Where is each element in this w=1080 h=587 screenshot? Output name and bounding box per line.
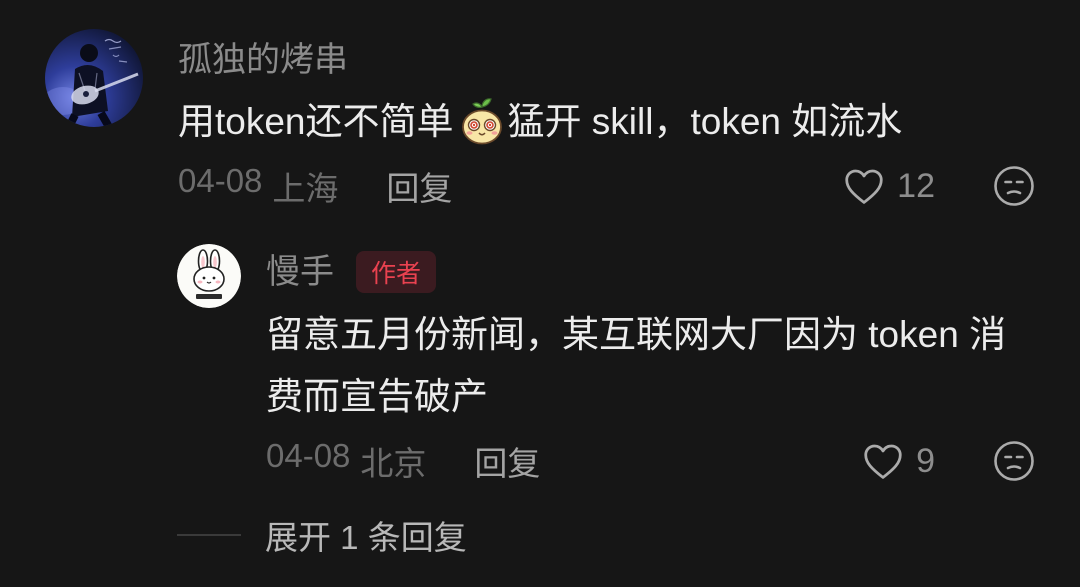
reply-location: 北京 <box>360 445 427 482</box>
expand-replies-label: 展开 1 条回复 <box>265 519 467 556</box>
reply-dislike-button[interactable] <box>993 440 1035 482</box>
heart-outline-icon <box>864 444 902 479</box>
expand-divider <box>177 534 241 536</box>
like-button[interactable]: 12 <box>843 165 935 207</box>
reply-like-count: 9 <box>916 441 935 480</box>
comment-username[interactable]: 孤独的烤串 <box>178 40 348 80</box>
comment-text: 用token还不简单 猛开 skill，token 如流水 <box>178 91 1058 153</box>
cute-face-emoji-icon <box>460 97 504 145</box>
comment-date: 04-08 <box>178 162 263 199</box>
dislike-button[interactable] <box>993 165 1035 207</box>
reply-to-reply-button[interactable]: 回复 <box>474 437 540 485</box>
reply-username[interactable]: 慢手 <box>266 252 334 292</box>
user-avatar-icon <box>45 29 143 127</box>
comment-location: 上海 <box>272 170 339 207</box>
reply-like-button[interactable]: 9 <box>862 440 935 482</box>
reply-button[interactable]: 回复 <box>386 162 452 210</box>
comment-thread: 孤独的烤串 用token还不简单 猛开 skill，token 如流水 04-0… <box>0 0 1080 587</box>
comment-time: 04-08 上海 <box>178 162 338 210</box>
dislike-face-icon <box>994 441 1034 481</box>
user-avatar-icon <box>177 244 241 308</box>
reply-header: 慢手 作者 <box>266 250 437 294</box>
reply-time: 04-08 北京 <box>266 437 426 485</box>
reply-meta: 04-08 北京 回复 <box>266 437 540 485</box>
commenter-avatar[interactable] <box>45 29 143 127</box>
reply-date: 04-08 <box>266 437 351 474</box>
comment-meta: 04-08 上海 回复 <box>178 162 452 210</box>
comment-text-after-emoji: 猛开 skill，token 如流水 <box>507 101 903 142</box>
heart-outline-icon <box>845 169 883 204</box>
like-count: 12 <box>897 166 935 205</box>
expand-replies-button[interactable]: 展开 1 条回复 <box>177 514 467 556</box>
dislike-face-icon <box>994 166 1034 206</box>
reply-text: 留意五月份新闻，某互联网大厂因为 token 消费而宣告破产 <box>266 314 1007 417</box>
comment-text-before-emoji: 用token还不简单 <box>178 101 454 142</box>
replier-avatar[interactable] <box>177 244 241 308</box>
author-badge: 作者 <box>356 251 437 293</box>
